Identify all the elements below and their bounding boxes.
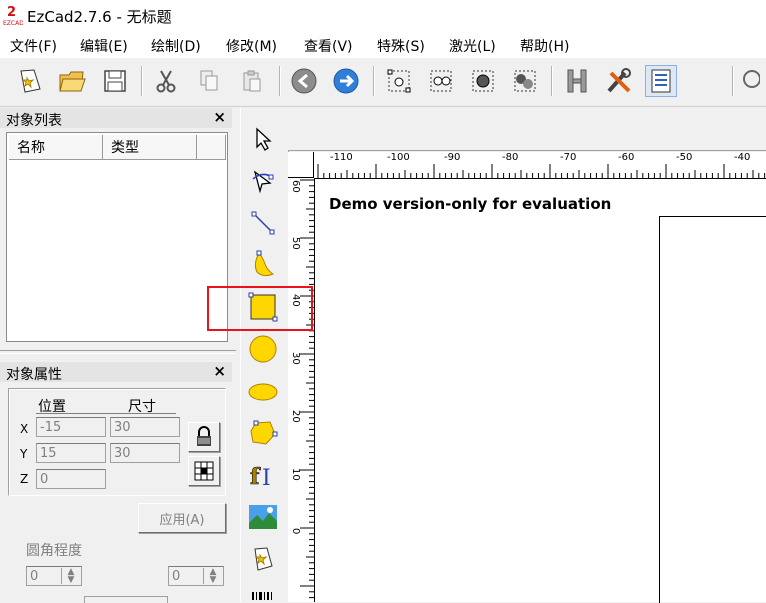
anchor-grid-button[interactable] [188,456,220,486]
spin-arrows-icon[interactable]: ▲ ▼ [203,568,222,585]
corner-label: 圆角程度 [26,543,82,559]
hatch-icon[interactable] [561,65,593,97]
bitmap-tool-icon[interactable] [247,500,279,534]
properties-icon[interactable] [645,65,677,97]
ruler-left-label: 50 [290,237,301,250]
object-props-title: 对象属性 [6,367,62,383]
menu-help[interactable]: 帮助(H) [520,36,569,56]
main-toolbar [0,58,766,107]
svg-text:EZCAD: EZCAD [3,20,23,26]
object-list-title: 对象列表 [6,113,62,129]
column-name[interactable]: 名称 [9,135,103,160]
object-list[interactable]: 名称 类型 [6,132,228,342]
demo-watermark: Demo version-only for evaluation [329,195,612,213]
curve-tool-icon[interactable] [247,248,279,282]
ruler-corner [288,152,314,178]
line-tool-icon[interactable] [247,206,279,240]
corner-left-field[interactable]: 0 ▲ ▼ [26,566,82,586]
object-props-header: 对象属性 × [0,362,232,383]
horizontal-ruler: -110 -100 -90 -80 -70 -60 -50 -40 [288,152,766,179]
ellipse-tool-icon[interactable] [247,374,279,408]
menu-draw[interactable]: 绘制(D) [151,36,201,56]
ruler-left-label: 60 [290,180,301,193]
rectangle-tool-highlight [207,286,313,331]
ruler-top-label: -80 [502,152,519,163]
y-size-field[interactable]: 30 [110,443,180,463]
zoom-icon[interactable] [740,65,766,97]
cut-icon[interactable] [150,65,182,97]
vector-file-tool-icon[interactable] [247,542,279,576]
ruler-top-label: -40 [734,152,751,163]
apply-button[interactable]: 应用(A) [138,503,226,533]
object-list-header: 对象列表 × [0,108,232,129]
copy-icon[interactable] [193,65,225,97]
ruler-top-label: -90 [444,152,461,163]
column-type[interactable]: 类型 [103,135,197,160]
anchor-grid-icon [194,461,214,481]
save-icon[interactable] [99,65,131,97]
menu-edit[interactable]: 编辑(E) [80,36,128,56]
ruler-left-label: 20 [290,410,301,423]
circle-tool-icon[interactable] [247,332,279,366]
menu-laser[interactable]: 激光(L) [449,36,496,56]
y-position-field[interactable]: 15 [36,443,106,463]
work-area-boundary [659,216,766,603]
draw-toolbar: fI [240,108,281,602]
polygon-tool-icon[interactable] [247,416,279,450]
paste-icon[interactable] [236,65,268,97]
lock-icon [197,426,211,446]
ruler-top-label: -100 [387,152,410,163]
redo-icon[interactable] [330,65,362,97]
vertical-ruler: 60 50 40 30 20 10 0 [288,178,315,602]
ruler-top-label: -110 [330,152,353,163]
undo-icon[interactable] [288,65,320,97]
svg-text:f: f [250,464,261,490]
y-label: Y [20,447,28,461]
ruler-left-label: 10 [290,468,301,481]
x-size-field[interactable]: 30 [110,417,180,437]
spin-arrows-icon[interactable]: ▲ ▼ [61,568,80,585]
text-tool-icon[interactable]: fI [247,458,279,492]
panel-splitter[interactable] [0,350,236,354]
node-edit-icon[interactable] [383,65,415,97]
open-icon[interactable] [56,65,88,97]
x-label: X [20,422,29,436]
title-bar: 2 EZCAD EzCad2.7.6 - 无标题 [0,0,766,32]
z-position-field[interactable]: 0 [36,469,106,489]
object-list-close-button[interactable]: × [213,108,226,126]
z-label: Z [20,472,29,486]
svg-text:2: 2 [7,5,16,20]
tools-icon[interactable] [603,65,635,97]
x-position-field[interactable]: -15 [36,417,106,437]
menu-bar: 文件(F) 编辑(E) 绘制(D) 修改(M) 查看(V) 特殊(S) 激光(L… [0,32,766,58]
select-arrow-icon[interactable] [247,122,279,156]
node-break-icon[interactable] [509,65,541,97]
node-select-icon[interactable] [425,65,457,97]
ruler-left-label: 0 [290,528,301,535]
menu-modify[interactable]: 修改(M) [226,36,277,56]
lock-ratio-button[interactable] [188,422,220,452]
ezcad-logo-icon: 2 EZCAD [3,5,23,26]
ruler-top-label: -60 [618,152,635,163]
object-props-close-button[interactable]: × [213,362,226,380]
node-join-icon[interactable] [467,65,499,97]
ruler-left-label: 30 [290,352,301,365]
barcode-tool-icon[interactable] [247,586,279,602]
svg-text:I: I [262,466,271,490]
ruler-top-label: -70 [560,152,577,163]
node-select-tool-icon[interactable] [247,164,279,198]
window-title: EzCad2.7.6 - 无标题 [27,8,172,26]
menu-file[interactable]: 文件(F) [10,36,57,56]
new-icon[interactable] [14,65,46,97]
menu-view[interactable]: 查看(V) [304,36,353,56]
ruler-top-label: -50 [676,152,693,163]
corner-right-field[interactable]: 0 ▲ ▼ [168,566,224,586]
menu-special[interactable]: 特殊(S) [377,36,425,56]
column-empty [197,135,226,160]
